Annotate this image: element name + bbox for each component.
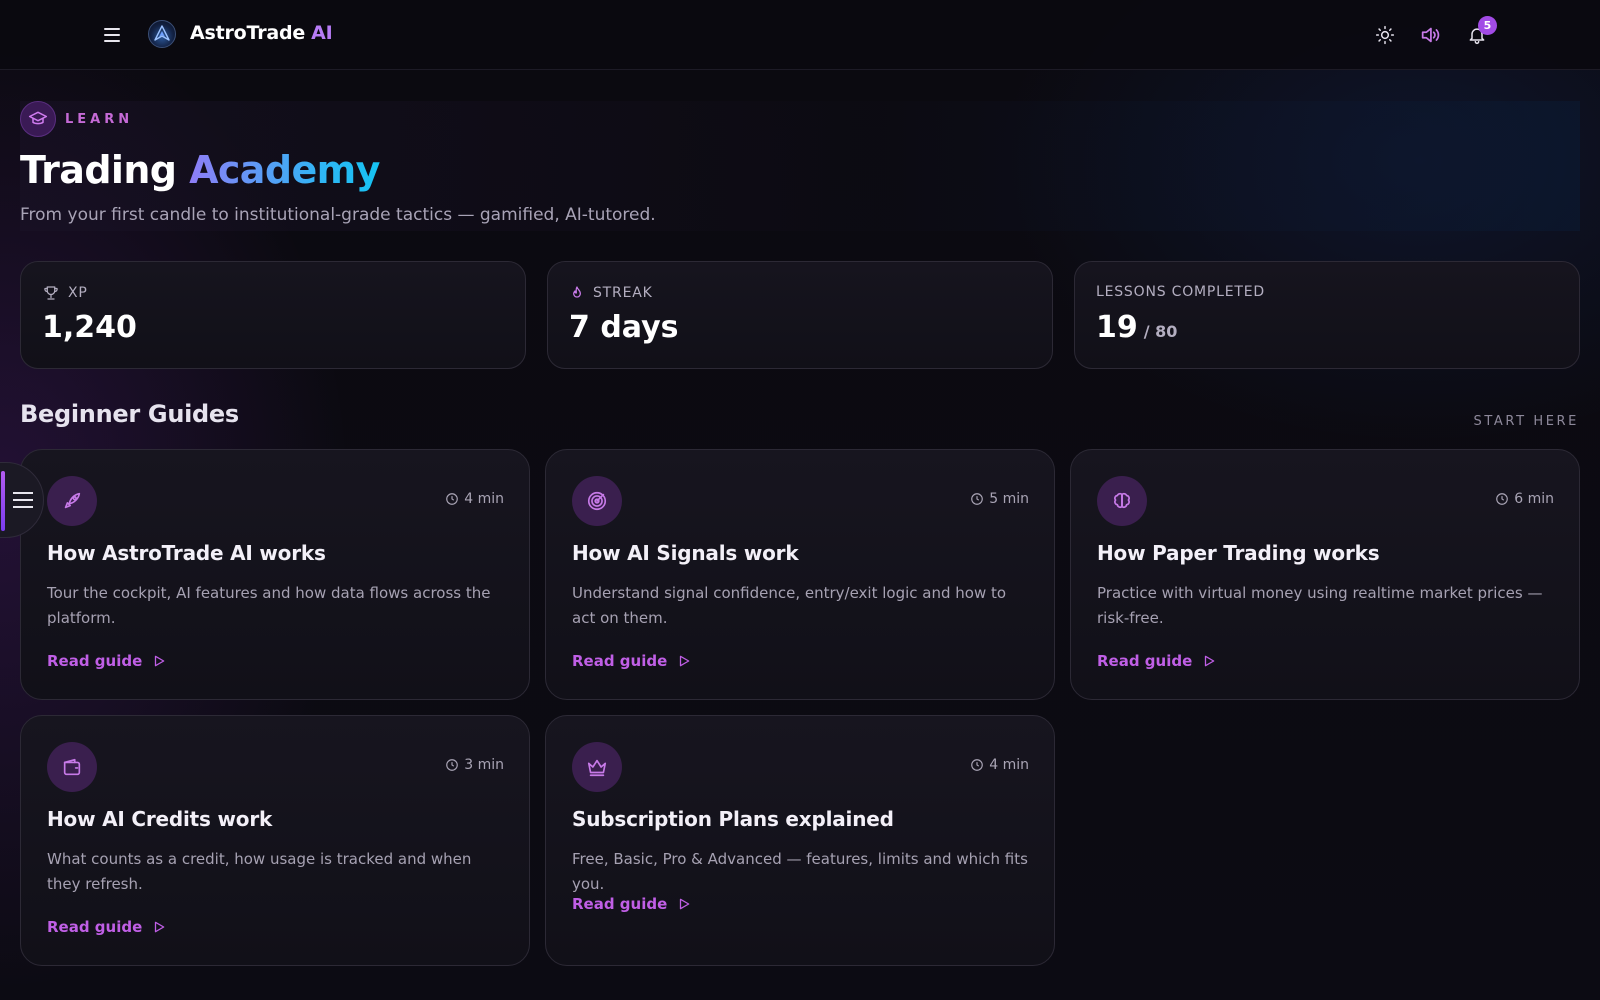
guide-title: How AI Credits work	[47, 807, 273, 831]
page-title-accent: Academy	[189, 148, 380, 192]
read-guide-label: Read guide	[572, 652, 668, 670]
guide-duration-text: 5 min	[989, 491, 1029, 507]
clock-icon	[446, 493, 459, 505]
sound-toggle-button[interactable]	[1417, 22, 1443, 48]
guide-title: Subscription Plans explained	[572, 807, 894, 831]
stat-label-xp: XP	[42, 284, 88, 302]
guide-duration: 3 min	[445, 757, 504, 773]
guide-duration-text: 6 min	[1514, 491, 1554, 507]
guide-duration: 4 min	[970, 757, 1029, 773]
stat-card-streak: STREAK 7 days	[547, 261, 1053, 369]
guide-title: How Paper Trading works	[1097, 541, 1380, 565]
stat-label-streak: STREAK	[569, 284, 653, 302]
stat-card-lessons: LESSONS COMPLETED 19 / 80	[1074, 261, 1580, 369]
guide-description: Free, Basic, Pro & Advanced — features, …	[572, 850, 1028, 893]
page-title: Trading Academy	[20, 148, 380, 192]
read-guide-button[interactable]: Read guide	[572, 895, 691, 913]
guide-title: How AstroTrade AI works	[47, 541, 326, 565]
trophy-icon	[44, 286, 58, 300]
brand-logo[interactable]	[148, 20, 176, 48]
guide-card[interactable]: 5 min How AI Signals work Understand sig…	[545, 449, 1055, 700]
rocket-icon	[47, 476, 97, 526]
guide-duration-text: 4 min	[464, 491, 504, 507]
section-title: Beginner Guides	[20, 400, 239, 428]
stat-value-xp: 1,240	[42, 310, 137, 345]
lessons-completed-count: 19	[1096, 310, 1138, 345]
read-guide-button[interactable]: Read guide	[47, 918, 166, 936]
graduation-cap-icon	[20, 101, 56, 137]
page-title-main: Trading	[20, 148, 177, 192]
guide-description: What counts as a credit, how usage is tr…	[47, 850, 472, 893]
menu-icon	[13, 492, 33, 508]
hero-banner: LEARN Trading Academy From your first ca…	[20, 101, 1580, 231]
theme-toggle-button[interactable]	[1372, 22, 1398, 48]
flame-icon	[573, 286, 581, 298]
play-icon	[155, 921, 165, 933]
play-icon	[155, 655, 165, 667]
top-bar: AstroTrade AI 5	[0, 0, 1600, 70]
hero-eyebrow: LEARN	[65, 112, 134, 127]
guide-title: How AI Signals work	[572, 541, 799, 565]
brain-icon	[1097, 476, 1147, 526]
guide-card[interactable]: 4 min Subscription Plans explained Free,…	[545, 715, 1055, 966]
guide-duration: 4 min	[445, 491, 504, 507]
radar-icon	[572, 476, 622, 526]
read-guide-label: Read guide	[47, 652, 143, 670]
stat-label-text: LESSONS COMPLETED	[1096, 284, 1265, 300]
read-guide-button[interactable]: Read guide	[572, 652, 691, 670]
read-guide-button[interactable]: Read guide	[47, 652, 166, 670]
stat-card-xp: XP 1,240	[20, 261, 526, 369]
menu-icon[interactable]	[104, 24, 126, 46]
page-subtitle: From your first candle to institutional-…	[20, 205, 656, 225]
stat-value-streak: 7 days	[569, 310, 679, 345]
sun-icon	[1375, 25, 1395, 45]
notifications-button[interactable]: 5	[1464, 16, 1497, 48]
guide-card[interactable]: 4 min How AstroTrade AI works Tour the c…	[20, 449, 530, 700]
notification-count-badge: 5	[1478, 16, 1497, 35]
clock-icon	[971, 759, 984, 771]
wallet-icon	[47, 742, 97, 792]
guide-duration: 5 min	[970, 491, 1029, 507]
brand-name-main: AstroTrade	[190, 22, 306, 44]
guide-description: Practice with virtual money using realti…	[1097, 584, 1543, 627]
volume-icon	[1421, 27, 1440, 43]
clock-icon	[446, 759, 459, 771]
guide-card[interactable]: 6 min How Paper Trading works Practice w…	[1070, 449, 1580, 700]
stat-label-text: XP	[68, 285, 88, 301]
clock-icon	[1496, 493, 1509, 505]
brand-name[interactable]: AstroTrade AI	[190, 22, 333, 44]
guide-duration-text: 4 min	[989, 757, 1029, 773]
guide-description: Tour the cockpit, AI features and how da…	[47, 584, 491, 627]
lessons-total: / 80	[1143, 322, 1178, 341]
guide-duration-text: 3 min	[464, 757, 504, 773]
read-guide-label: Read guide	[47, 918, 143, 936]
read-guide-label: Read guide	[572, 895, 668, 913]
read-guide-button[interactable]: Read guide	[1097, 652, 1216, 670]
guide-duration: 6 min	[1495, 491, 1554, 507]
read-guide-label: Read guide	[1097, 652, 1193, 670]
stat-value-lessons: 19 / 80	[1096, 310, 1177, 345]
guide-card[interactable]: 3 min How AI Credits work What counts as…	[20, 715, 530, 966]
play-icon	[1205, 655, 1215, 667]
play-icon	[680, 655, 690, 667]
guide-description: Understand signal confidence, entry/exit…	[572, 584, 1007, 627]
crown-icon	[572, 742, 622, 792]
start-here-link[interactable]: START HERE	[1474, 414, 1579, 429]
brand-name-suffix: AI	[311, 22, 333, 44]
clock-icon	[971, 493, 984, 505]
stat-label-text: STREAK	[593, 285, 653, 301]
stat-label-lessons: LESSONS COMPLETED	[1096, 284, 1265, 300]
play-icon	[680, 898, 690, 910]
